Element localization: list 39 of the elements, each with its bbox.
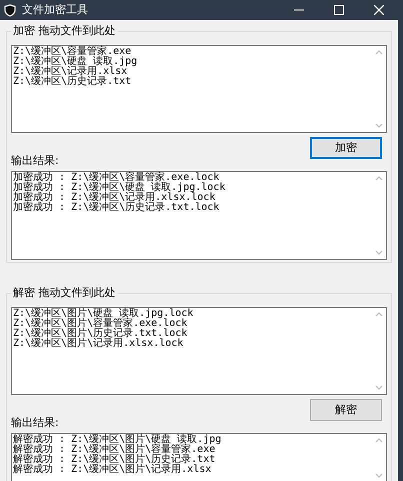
output-label: 输出结果: — [11, 416, 59, 429]
scroll-down-icon[interactable] — [375, 123, 383, 128]
text-line: Z:\缓冲区\历史记录.txt — [13, 77, 132, 87]
text-line: Z:\缓冲区\图片\容量管家.exe.lock — [13, 319, 188, 329]
text-line: 加密成功 : Z:\缓冲区\硬盘 读取.jpg.lock — [13, 183, 226, 193]
scroll-down-icon[interactable] — [375, 385, 383, 390]
scroll-down-icon[interactable] — [375, 250, 383, 255]
action-button[interactable]: 解密 — [310, 399, 382, 421]
text-line: 加密成功 : Z:\缓冲区\容量管家.exe.lock — [13, 173, 220, 183]
shield-icon — [4, 4, 16, 16]
text-line: 加密成功 : Z:\缓冲区\记录用.xlsx.lock — [13, 193, 216, 203]
output-field[interactable]: 解密成功 : Z:\缓冲区\图片\硬盘 读取.jpg 解密成功 : Z:\缓冲区\图片\容量管家.exe 解密成功 : Z:\缓冲区\图片\历史记录.txt 解密成功 : Z:\缓冲区\图片\记录用.xlsx — [11, 433, 387, 481]
text-line: 解密成功 : Z:\缓冲区\图片\硬盘 读取.jpg — [13, 435, 222, 445]
text-line: Z:\缓冲区\硬盘 读取.jpg — [13, 57, 138, 67]
text-line: Z:\缓冲区\图片\硬盘 读取.jpg.lock — [13, 309, 194, 319]
maximize-icon[interactable] — [334, 5, 344, 15]
minimize-icon[interactable] — [294, 9, 304, 11]
text-line: 加密成功 : Z:\缓冲区\历史记录.txt.lock — [13, 203, 220, 213]
file-drop-field[interactable]: Z:\缓冲区\图片\硬盘 读取.jpg.lock Z:\缓冲区\图片\容量管家.exe.lock Z:\缓冲区\图片\历史记录.txt.lock Z:\缓冲区\图片\记录用.xlsx.lock — [11, 307, 387, 395]
output-label: 输出结果: — [11, 154, 59, 167]
group-label: 加密 拖动文件到此处 — [11, 24, 118, 38]
text-line: Z:\缓冲区\容量管家.exe — [13, 47, 132, 57]
text-line: 解密成功 : Z:\缓冲区\图片\历史记录.txt — [13, 455, 216, 465]
scroll-up-icon[interactable] — [375, 50, 383, 55]
scroll-up-icon[interactable] — [375, 438, 383, 443]
text-line: Z:\缓冲区\记录用.xlsx — [13, 67, 128, 77]
output-field[interactable]: 加密成功 : Z:\缓冲区\容量管家.exe.lock 加密成功 : Z:\缓冲区\硬盘 读取.jpg.lock 加密成功 : Z:\缓冲区\记录用.xlsx.lock 加密成功 : Z:\缓冲区\历史记录.txt.lock — [11, 171, 387, 260]
action-button[interactable]: 加密 — [310, 137, 382, 159]
scroll-down-icon[interactable] — [375, 473, 383, 478]
text-line: 解密成功 : Z:\缓冲区\图片\容量管家.exe — [13, 445, 216, 455]
scroll-up-icon[interactable] — [375, 176, 383, 181]
close-icon[interactable] — [374, 5, 384, 15]
window-title: 文件加密工具 — [22, 2, 88, 18]
file-drop-field[interactable]: Z:\缓冲区\容量管家.exe Z:\缓冲区\硬盘 读取.jpg Z:\缓冲区\记录用.xlsx Z:\缓冲区\历史记录.txt — [11, 45, 387, 133]
scroll-up-icon[interactable] — [375, 312, 383, 317]
text-line: Z:\缓冲区\图片\历史记录.txt.lock — [13, 329, 188, 339]
group-label: 解密 拖动文件到此处 — [11, 286, 118, 300]
text-line: Z:\缓冲区\图片\记录用.xlsx.lock — [13, 339, 184, 349]
text-line: 解密成功 : Z:\缓冲区\图片\记录用.xlsx — [13, 465, 212, 475]
